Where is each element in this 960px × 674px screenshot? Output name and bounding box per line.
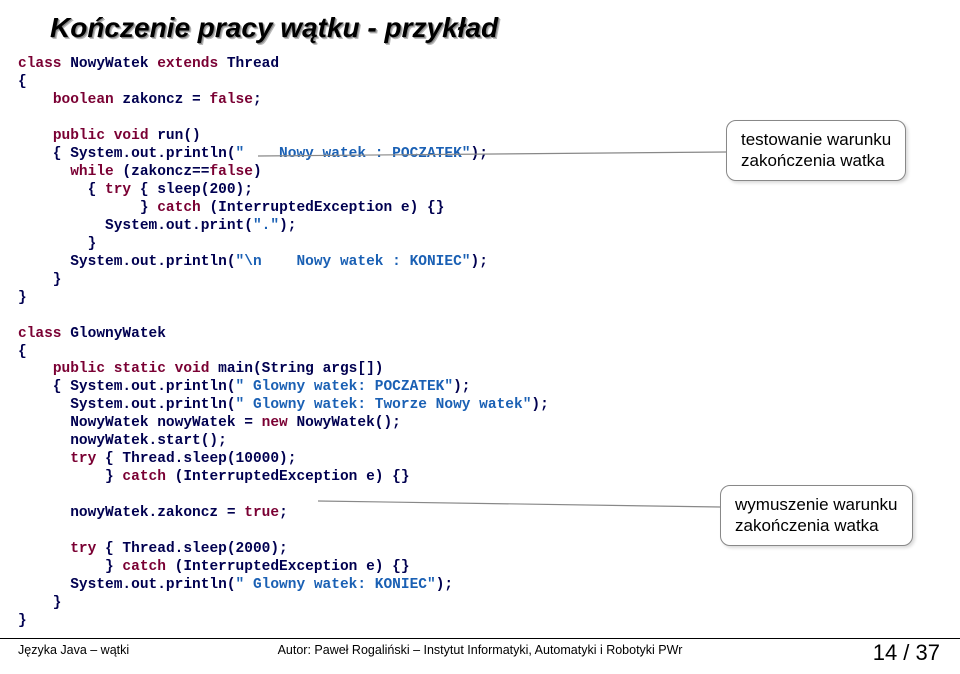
code-text: ; — [253, 92, 262, 108]
code-kw: false — [209, 92, 253, 108]
code-kw: try — [105, 182, 131, 198]
code-text: { Thread.sleep(10000); — [96, 451, 296, 467]
code-block: class NowyWatek extends Thread { boolean… — [18, 56, 738, 631]
code-text: } — [18, 290, 27, 306]
code-text: (InterruptedException e) {} — [201, 200, 445, 216]
code-text — [18, 451, 70, 467]
code-text: { System.out.println( — [18, 379, 236, 395]
code-str: " Nowy watek : POCZATEK" — [236, 146, 471, 162]
code-text: ) — [253, 164, 262, 180]
footer-page-number: 14 / 37 — [873, 640, 940, 666]
code-text: { sleep(200); — [131, 182, 253, 198]
code-kw: try — [70, 541, 96, 557]
footer: Języka Java – wątki Autor: Paweł Rogaliń… — [0, 638, 960, 664]
code-text: ); — [279, 218, 296, 234]
code-text: (zakoncz== — [114, 164, 210, 180]
code-text: main(String args[]) — [209, 361, 383, 377]
code-str: "\n Nowy watek : KONIEC" — [236, 254, 471, 270]
code-text: } — [18, 272, 62, 288]
callout-test-condition: testowanie warunku zakończenia watka — [726, 120, 906, 181]
code-text — [18, 92, 53, 108]
code-text: } — [18, 613, 27, 629]
code-text: NowyWatek(); — [288, 415, 401, 431]
code-text: ; — [279, 505, 288, 521]
callout-line: testowanie warunku — [741, 130, 891, 149]
code-text — [18, 164, 70, 180]
code-kw: public static void — [53, 361, 210, 377]
code-text: System.out.println( — [18, 397, 236, 413]
code-text: NowyWatek — [62, 56, 158, 72]
code-kw: catch — [122, 559, 166, 575]
code-text: { Thread.sleep(2000); — [96, 541, 287, 557]
code-text: nowyWatek.zakoncz = — [18, 505, 244, 521]
code-text: ); — [436, 577, 453, 593]
code-kw: try — [70, 451, 96, 467]
code-text: System.out.print( — [18, 218, 253, 234]
code-text: } — [18, 595, 62, 611]
code-text: nowyWatek.start(); — [18, 433, 227, 449]
code-text: { — [18, 182, 105, 198]
code-text: GlownyWatek — [62, 326, 166, 342]
code-text: System.out.println( — [18, 577, 236, 593]
code-kw: class — [18, 326, 62, 342]
code-text: } — [18, 469, 122, 485]
code-text: (InterruptedException e) {} — [166, 469, 410, 485]
callout-line: zakończenia watka — [735, 516, 879, 535]
code-text: zakoncz = — [114, 92, 210, 108]
page-title: Kończenie pracy wątku - przykład — [50, 12, 498, 44]
callout-line: wymuszenie warunku — [735, 495, 898, 514]
code-text: } — [18, 200, 157, 216]
code-text: { — [18, 74, 27, 90]
code-kw: catch — [122, 469, 166, 485]
footer-center: Autor: Paweł Rogaliński – Instytut Infor… — [0, 643, 960, 657]
code-str: " Glowny watek: Tworze Nowy watek" — [236, 397, 532, 413]
code-text: ); — [453, 379, 470, 395]
code-kw: true — [244, 505, 279, 521]
code-text: (InterruptedException e) {} — [166, 559, 410, 575]
code-kw: extends — [157, 56, 218, 72]
code-text: ); — [471, 254, 488, 270]
code-str: "." — [253, 218, 279, 234]
code-text: ); — [471, 146, 488, 162]
code-text: ); — [531, 397, 548, 413]
code-text — [18, 128, 53, 144]
code-str: " Glowny watek: POCZATEK" — [236, 379, 454, 395]
code-text: { — [18, 344, 27, 360]
code-text — [18, 361, 53, 377]
code-text: Thread — [218, 56, 279, 72]
code-text: } — [18, 559, 122, 575]
code-text: NowyWatek nowyWatek = — [18, 415, 262, 431]
code-kw: public void — [53, 128, 149, 144]
code-text: run() — [149, 128, 201, 144]
code-str: " Glowny watek: KONIEC" — [236, 577, 436, 593]
code-kw: false — [209, 164, 253, 180]
code-kw: boolean — [53, 92, 114, 108]
code-kw: new — [262, 415, 288, 431]
callout-line: zakończenia watka — [741, 151, 885, 170]
code-kw: catch — [157, 200, 201, 216]
code-text — [18, 541, 70, 557]
code-kw: class — [18, 56, 62, 72]
code-kw: while — [70, 164, 114, 180]
code-text: { System.out.println( — [18, 146, 236, 162]
code-text: System.out.println( — [18, 254, 236, 270]
code-text: } — [18, 236, 96, 252]
callout-force-condition: wymuszenie warunku zakończenia watka — [720, 485, 913, 546]
